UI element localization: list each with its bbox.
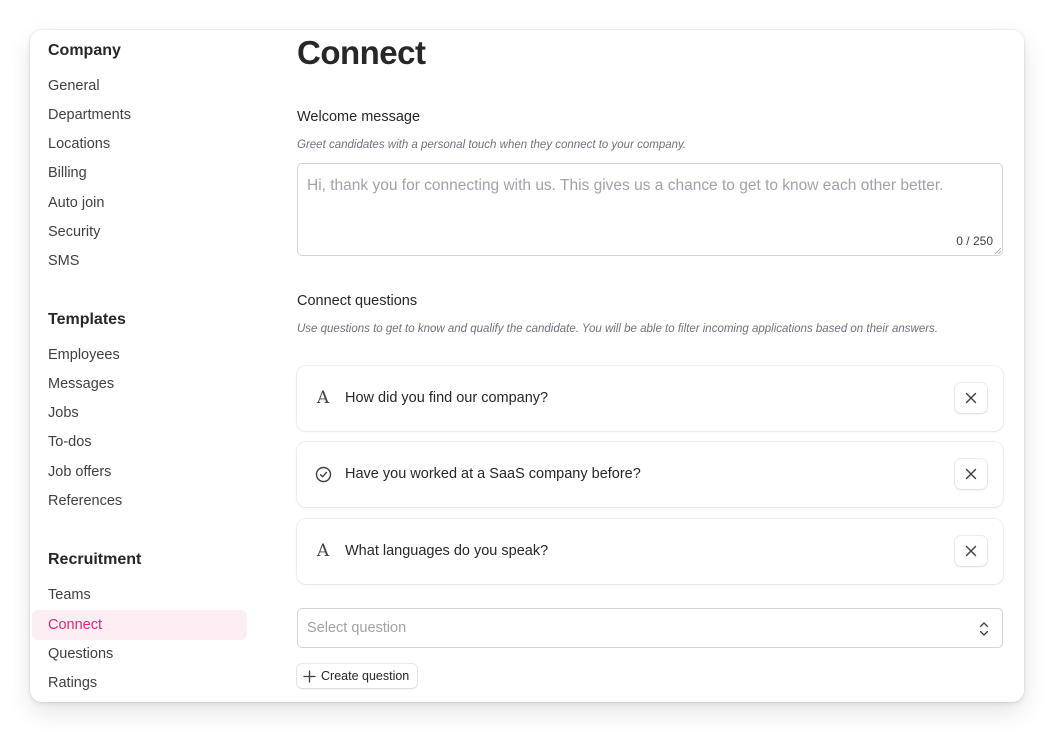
- sidebar-section-recruitment: Recruitment: [48, 551, 142, 568]
- welcome-message-field[interactable]: 0 / 250: [297, 163, 1003, 256]
- sidebar-item-jobs[interactable]: Jobs: [32, 398, 247, 428]
- welcome-message-input[interactable]: [298, 164, 1002, 255]
- close-icon: [965, 545, 977, 557]
- question-item[interactable]: A What languages do you speak?: [297, 519, 1003, 584]
- sidebar-item-departments[interactable]: Departments: [32, 100, 247, 130]
- sidebar-item-questions[interactable]: Questions: [32, 639, 247, 669]
- sidebar-item-messages[interactable]: Messages: [32, 369, 247, 399]
- chevron-up-down-icon: [979, 622, 989, 636]
- page-title: Connect: [297, 34, 426, 71]
- sidebar-item-auto-join[interactable]: Auto join: [32, 188, 247, 218]
- sidebar-item-billing[interactable]: Billing: [32, 158, 247, 188]
- sidebar-item-security[interactable]: Security: [32, 217, 247, 247]
- question-text: What languages do you speak?: [345, 543, 549, 559]
- sidebar-item-ratings[interactable]: Ratings: [32, 668, 247, 698]
- plus-icon: [303, 669, 316, 683]
- select-question-dropdown[interactable]: Select question: [297, 608, 1003, 648]
- sidebar-item-sms[interactable]: SMS: [32, 246, 247, 276]
- close-icon: [965, 392, 977, 404]
- sidebar: Company General Departments Locations Bi…: [30, 30, 260, 702]
- select-question-placeholder: Select question: [307, 620, 407, 636]
- question-item[interactable]: A How did you find our company?: [297, 366, 1003, 431]
- character-count: 0 / 250: [956, 234, 993, 248]
- welcome-message-label: Welcome message: [297, 109, 421, 125]
- main-content: Connect Welcome message Greet candidates…: [297, 30, 1003, 702]
- sidebar-item-employees[interactable]: Employees: [32, 340, 247, 370]
- remove-question-button[interactable]: [955, 383, 987, 413]
- question-item[interactable]: Have you worked at a SaaS company before…: [297, 442, 1003, 507]
- text-type-icon: A: [316, 388, 330, 408]
- sidebar-section-company: Company: [48, 42, 121, 59]
- question-text: Have you worked at a SaaS company before…: [345, 466, 641, 482]
- welcome-message-description: Greet candidates with a personal touch w…: [297, 139, 687, 151]
- check-circle-icon: [314, 464, 332, 484]
- close-icon: [965, 468, 977, 480]
- sidebar-item-references[interactable]: References: [32, 486, 247, 516]
- sidebar-item-job-offers[interactable]: Job offers: [32, 457, 247, 487]
- remove-question-button[interactable]: [955, 459, 987, 489]
- create-question-button[interactable]: Create question: [297, 664, 418, 688]
- sidebar-section-templates: Templates: [48, 311, 126, 328]
- resize-handle-icon[interactable]: [994, 247, 1001, 254]
- sidebar-item-to-dos[interactable]: To-dos: [32, 427, 247, 457]
- create-question-label: Create question: [321, 669, 410, 683]
- sidebar-item-connect[interactable]: Connect: [32, 610, 247, 640]
- question-text: How did you find our company?: [345, 390, 549, 406]
- text-type-icon: A: [316, 541, 330, 561]
- sidebar-item-general[interactable]: General: [32, 71, 247, 101]
- connect-questions-label: Connect questions: [297, 293, 418, 309]
- sidebar-item-locations[interactable]: Locations: [32, 129, 247, 159]
- connect-questions-description: Use questions to get to know and qualify…: [297, 323, 938, 335]
- remove-question-button[interactable]: [955, 536, 987, 566]
- settings-window: Company General Departments Locations Bi…: [30, 30, 1024, 702]
- sidebar-item-teams[interactable]: Teams: [32, 580, 247, 610]
